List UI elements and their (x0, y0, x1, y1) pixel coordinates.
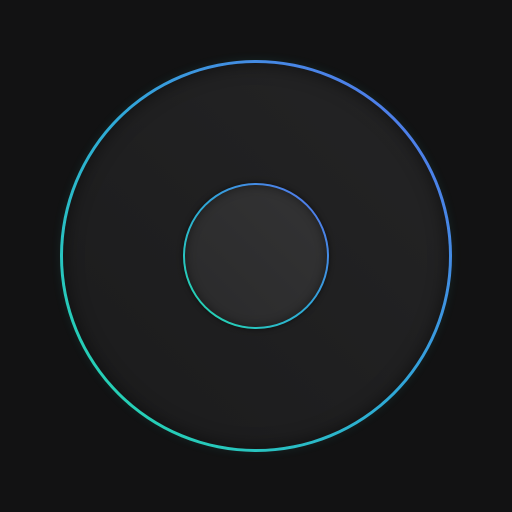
dial-center-face (185, 185, 327, 327)
dial-center-button[interactable] (183, 183, 329, 329)
canvas (0, 0, 512, 512)
